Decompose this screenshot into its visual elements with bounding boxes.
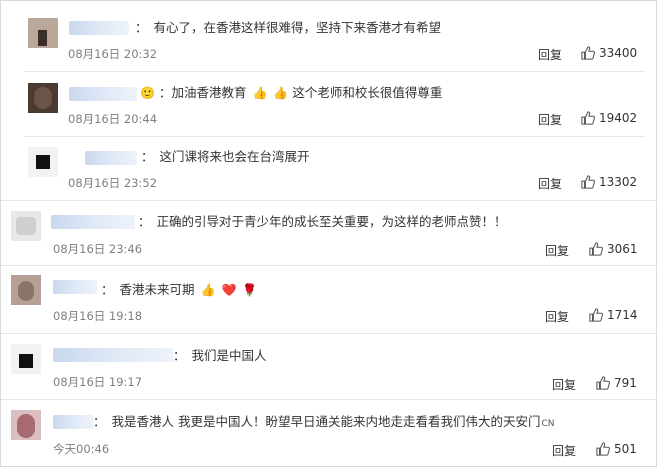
comment-text: ：我是香港人 我更是中国人！盼望早日通关能来内地走走看看我们伟大的天安门CN: [93, 414, 555, 429]
rose-emoji-icon: 🌹: [242, 283, 258, 297]
comment-time: 08月16日 23:46: [53, 242, 143, 256]
comment-time: 08月16日 19:18: [53, 309, 143, 323]
like-button[interactable]: 3061: [589, 242, 638, 256]
like-count: 33400: [599, 46, 638, 60]
like-count: 19402: [599, 111, 638, 125]
heart-emoji-icon: ❤️: [221, 283, 237, 297]
reply-button[interactable]: 回复: [545, 308, 569, 325]
username-blurred[interactable]: [53, 348, 173, 362]
like-count: 501: [614, 442, 637, 456]
comment-time: 08月16日 19:17: [53, 375, 143, 389]
thumbs-up-icon: [596, 442, 610, 456]
comment-text: 🙂 ：加油香港教育 👍 👍 这个老师和校长很值得尊重: [140, 85, 443, 100]
username-blurred[interactable]: [85, 151, 137, 165]
username-blurred[interactable]: [53, 280, 97, 294]
thumbs-up-icon: [589, 308, 603, 322]
reply-button[interactable]: 回复: [538, 46, 562, 63]
comment-time: 08月16日 20:32: [68, 47, 158, 61]
like-button[interactable]: 1714: [589, 308, 638, 322]
like-count: 1714: [607, 308, 638, 322]
comment-text: ：我们是中国人: [173, 348, 267, 363]
reply-button[interactable]: 回复: [538, 175, 562, 192]
like-button[interactable]: 791: [596, 376, 637, 390]
like-count: 3061: [607, 242, 638, 256]
avatar[interactable]: [11, 410, 41, 440]
thumbs-up-icon: [596, 376, 610, 390]
avatar[interactable]: [11, 275, 41, 305]
like-count: 791: [614, 376, 637, 390]
reply-button[interactable]: 回复: [538, 111, 562, 128]
username-blurred[interactable]: [51, 215, 135, 229]
avatar[interactable]: [11, 344, 41, 374]
comment-time: 08月16日 23:52: [68, 176, 158, 190]
thumbs-up-icon: [581, 111, 595, 125]
avatar[interactable]: [11, 211, 41, 241]
reply-button[interactable]: 回复: [552, 442, 576, 459]
comment-time: 08月16日 20:44: [68, 112, 158, 126]
username-blurred[interactable]: [69, 87, 137, 101]
thumbs-up-emoji-icon: 👍: [273, 86, 289, 100]
comment-text: ：香港未来可期 👍 ❤️ 🌹: [101, 282, 258, 297]
reply-button[interactable]: 回复: [552, 376, 576, 393]
thumbs-up-icon: [581, 46, 595, 60]
comment-list: ：有心了，在香港这样很难得，坚持下来香港才有希望 08月16日 20:32 回复…: [0, 0, 657, 467]
like-button[interactable]: 501: [596, 442, 637, 456]
comment-text: ：有心了，在香港这样很难得，坚持下来香港才有希望: [135, 20, 442, 35]
username-blurred[interactable]: [53, 415, 93, 429]
thumbs-up-emoji-icon: 👍: [252, 86, 268, 100]
avatar[interactable]: [28, 18, 58, 48]
like-button[interactable]: 33400: [581, 46, 637, 60]
comment-text: ：这门课将来也会在台湾展开: [141, 149, 310, 164]
thumbs-up-emoji-icon: 👍: [200, 283, 216, 297]
like-button[interactable]: 13302: [581, 175, 637, 189]
avatar[interactable]: [28, 83, 58, 113]
comment-text: ：正确的引导对于青少年的成长至关重要，为这样的老师点赞！！: [138, 214, 507, 229]
thumbs-up-icon: [589, 242, 603, 256]
like-count: 13302: [599, 175, 638, 189]
thumbs-up-icon: [581, 175, 595, 189]
emoji-icon: 🙂: [140, 86, 155, 100]
like-button[interactable]: 19402: [581, 111, 637, 125]
username-blurred[interactable]: [69, 21, 129, 35]
reply-button[interactable]: 回复: [545, 242, 569, 259]
comment-time: 今天00:46: [53, 442, 110, 456]
avatar[interactable]: [28, 147, 58, 177]
